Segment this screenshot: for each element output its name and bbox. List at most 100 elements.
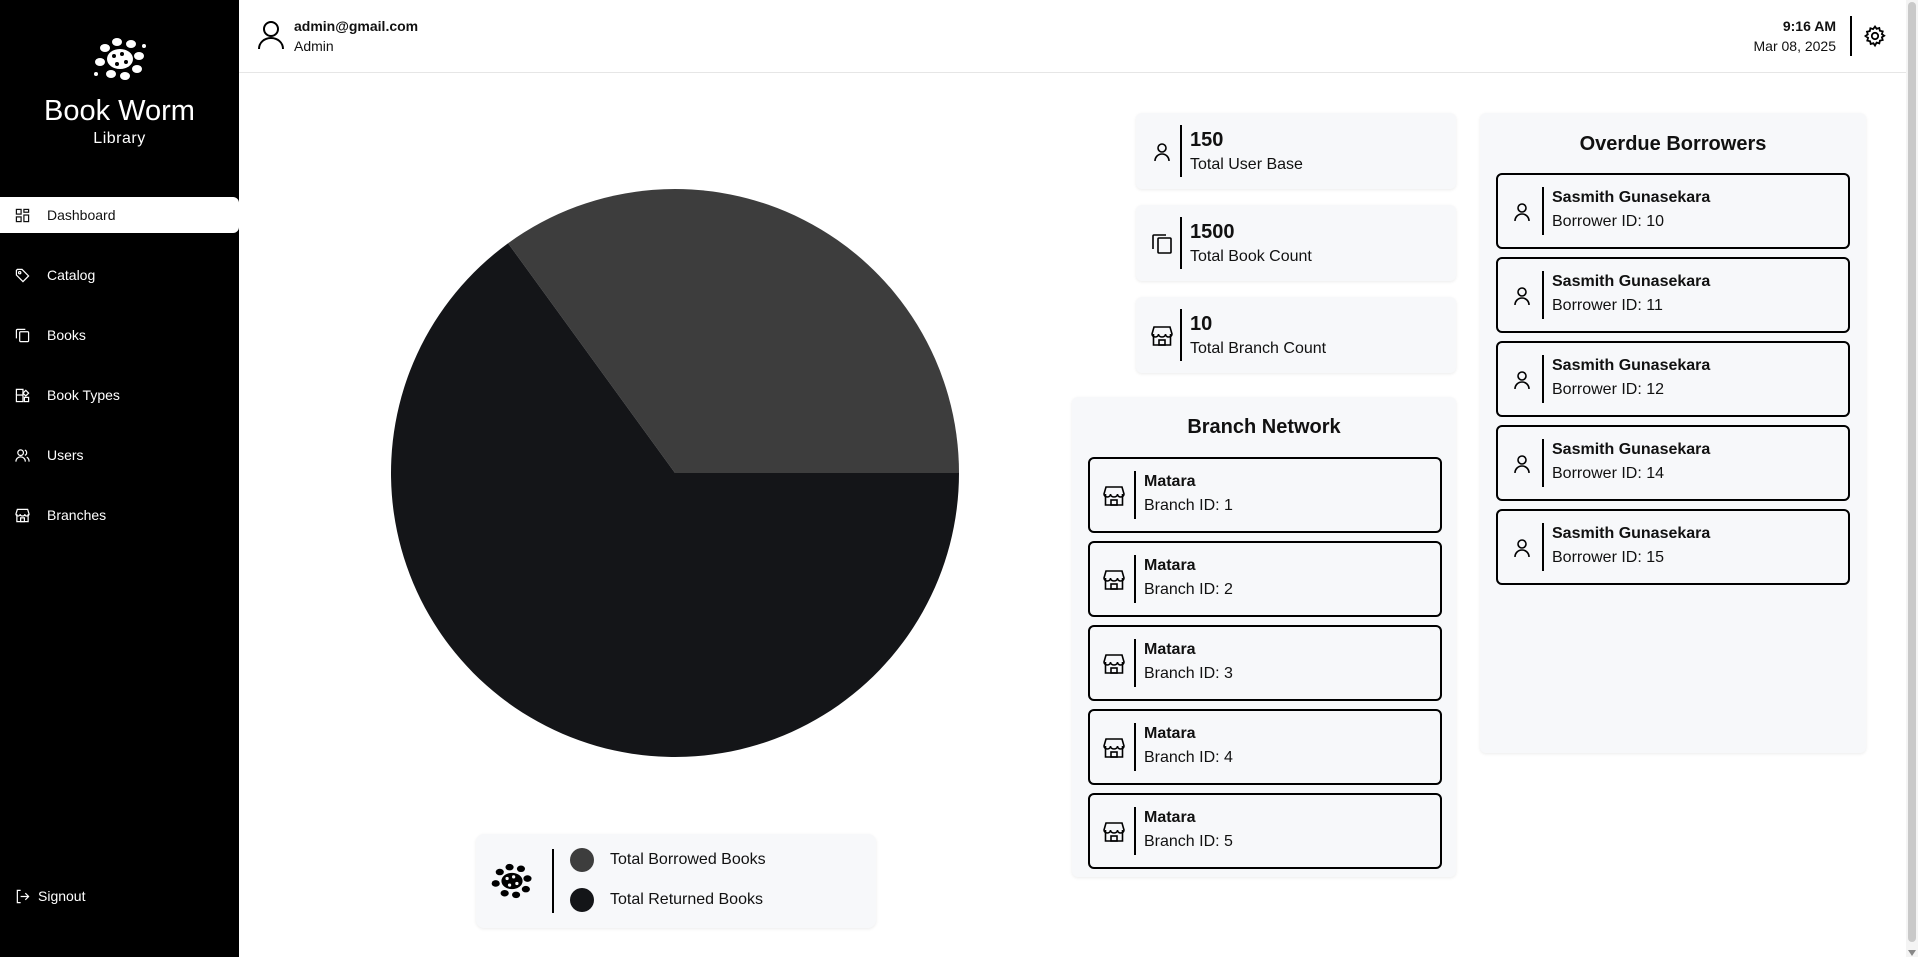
borrower-id: Borrower ID: 10 <box>1552 213 1665 230</box>
users-icon <box>15 448 30 462</box>
sidebar-item-label: Dashboard <box>47 207 116 223</box>
branch-id: Branch ID: 1 <box>1144 497 1233 514</box>
dashboard-icon <box>15 208 30 222</box>
branch-name: Matara <box>1144 725 1196 742</box>
stat-value: 1500 <box>1190 221 1235 243</box>
clock-time: 9:16 AM <box>1782 18 1836 34</box>
user-icon <box>1514 455 1530 474</box>
legend-divider <box>552 849 554 913</box>
sidebar-item-users[interactable]: Users <box>0 437 239 473</box>
sidebar-item-branches[interactable]: Branches <box>0 497 239 533</box>
borrower-list-item[interactable]: Sasmith Gunasekara Borrower ID: 11 <box>1496 257 1850 333</box>
sidebar-item-label: Catalog <box>47 267 96 283</box>
brand-logo-icon <box>491 863 532 899</box>
legend-label: Total Borrowed Books <box>610 851 766 868</box>
sidebar-item-label: Books <box>47 327 86 343</box>
brand-title: Book Worm <box>44 95 195 127</box>
user-icon <box>1514 287 1530 306</box>
branch-name: Matara <box>1144 809 1196 826</box>
logout-icon <box>16 889 30 903</box>
stat-divider <box>1180 217 1182 269</box>
branch-id: Branch ID: 4 <box>1144 749 1233 766</box>
chart-legend: Total Borrowed Books Total Returned Book… <box>476 834 876 928</box>
item-divider <box>1134 471 1136 519</box>
sidebar-item-book-types[interactable]: Book Types <box>0 377 239 413</box>
borrower-list-item[interactable]: Sasmith Gunasekara Borrower ID: 12 <box>1496 341 1850 417</box>
item-divider <box>1542 523 1544 571</box>
store-icon <box>1103 822 1125 842</box>
gear-icon[interactable] <box>1863 24 1887 48</box>
panel-title: Overdue Borrowers <box>1579 133 1767 155</box>
branch-id: Branch ID: 3 <box>1144 665 1233 682</box>
clock: 9:16 AM Mar 08, 2025 <box>1754 18 1837 54</box>
branch-name: Matara <box>1144 641 1196 658</box>
branch-list-item[interactable]: Matara Branch ID: 3 <box>1088 625 1442 701</box>
branch-name: Matara <box>1144 473 1196 490</box>
store-icon <box>1103 486 1125 506</box>
signout-button[interactable]: Signout <box>15 888 85 904</box>
sidebar-item-label: Branches <box>47 507 107 523</box>
branch-list-item[interactable]: Matara Branch ID: 5 <box>1088 793 1442 869</box>
borrower-list-item[interactable]: Sasmith Gunasekara Borrower ID: 14 <box>1496 425 1850 501</box>
borrower-id: Borrower ID: 12 <box>1552 381 1665 398</box>
borrower-name: Sasmith Gunasekara <box>1552 525 1711 542</box>
item-divider <box>1542 355 1544 403</box>
legend-label: Total Returned Books <box>610 891 763 908</box>
brand: Book Worm Library <box>0 36 239 148</box>
item-divider <box>1134 807 1136 855</box>
item-divider <box>1134 639 1136 687</box>
branch-network-panel: Branch Network Matara Branch ID: 1 Matar… <box>1072 397 1456 877</box>
borrower-name: Sasmith Gunasekara <box>1552 273 1711 290</box>
books-pie-chart <box>391 188 959 758</box>
store-icon <box>1103 570 1125 590</box>
app: Book Worm Library Dashboard Catalog Book… <box>0 0 1918 957</box>
item-divider <box>1542 187 1544 235</box>
branch-list-item[interactable]: Matara Branch ID: 1 <box>1088 457 1442 533</box>
branch-id: Branch ID: 2 <box>1144 581 1233 598</box>
item-divider <box>1134 723 1136 771</box>
books-icon <box>1152 234 1172 254</box>
page-scrollbar[interactable] <box>1906 0 1918 957</box>
book-types-icon <box>15 388 30 402</box>
user-icon <box>258 21 284 50</box>
borrower-name: Sasmith Gunasekara <box>1552 357 1711 374</box>
borrower-name: Sasmith Gunasekara <box>1552 189 1711 206</box>
borrower-name: Sasmith Gunasekara <box>1552 441 1711 458</box>
legend-item-returned: Total Returned Books <box>570 888 763 912</box>
store-icon <box>15 508 30 522</box>
panel-title: Branch Network <box>1187 416 1341 438</box>
store-icon <box>1103 654 1125 674</box>
branch-id: Branch ID: 5 <box>1144 833 1233 850</box>
stat-card-books: 1500 Total Book Count <box>1136 205 1456 281</box>
stat-divider <box>1180 309 1182 361</box>
borrower-list-item[interactable]: Sasmith Gunasekara Borrower ID: 10 <box>1496 173 1850 249</box>
item-divider <box>1542 271 1544 319</box>
borrower-id: Borrower ID: 15 <box>1552 549 1665 566</box>
item-divider <box>1542 439 1544 487</box>
branch-list-item[interactable]: Matara Branch ID: 2 <box>1088 541 1442 617</box>
branch-list-item[interactable]: Matara Branch ID: 4 <box>1088 709 1442 785</box>
overdue-borrowers-panel: Overdue Borrowers Sasmith Gunasekara Bor… <box>1480 113 1866 753</box>
scroll-down-arrow-icon[interactable] <box>1908 950 1916 956</box>
user-email: admin@gmail.com <box>294 18 419 34</box>
sidebar-item-dashboard[interactable]: Dashboard <box>0 197 239 233</box>
sidebar-item-catalog[interactable]: Catalog <box>0 257 239 293</box>
stat-divider <box>1180 125 1182 177</box>
user-icon <box>1154 143 1170 162</box>
user-icon <box>1514 371 1530 390</box>
sidebar-nav: Dashboard Catalog Books Book Types Users… <box>0 197 239 557</box>
clock-date: Mar 08, 2025 <box>1753 38 1837 54</box>
borrower-id: Borrower ID: 14 <box>1552 465 1665 482</box>
signout-label: Signout <box>38 888 86 904</box>
stat-card-users: 150 Total User Base <box>1136 113 1456 189</box>
stat-value: 10 <box>1190 313 1213 335</box>
stat-label: Total Branch Count <box>1190 340 1327 357</box>
sidebar-item-books[interactable]: Books <box>0 317 239 353</box>
stat-value: 150 <box>1190 129 1224 151</box>
books-icon <box>15 328 30 342</box>
borrower-list-item[interactable]: Sasmith Gunasekara Borrower ID: 15 <box>1496 509 1850 585</box>
user-role: Admin <box>294 38 334 54</box>
scrollbar-thumb[interactable] <box>1908 2 1916 942</box>
sidebar: Book Worm Library Dashboard Catalog Book… <box>0 0 239 957</box>
stat-label: Total Book Count <box>1190 248 1312 265</box>
